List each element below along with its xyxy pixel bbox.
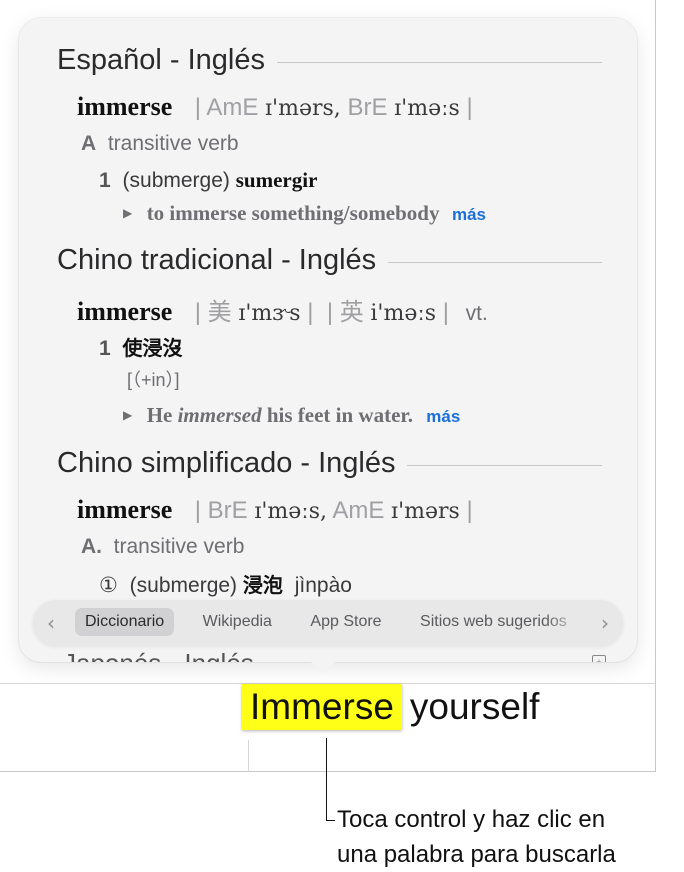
disclosure-triangle-icon[interactable]: ▶ <box>123 408 132 422</box>
callout-line-1: Toca control y haz clic en <box>337 806 606 833</box>
section-header-zh-cn-en: Chino simplificado - Inglés <box>57 447 602 480</box>
document-word[interactable]: yourself <box>410 686 540 728</box>
section-header-es-en: Español - Inglés <box>57 44 602 77</box>
sense-line: 1 (submerge) sumergir <box>99 168 318 192</box>
source-tabs: Diccionario Wikipedia App Store Sitios w… <box>75 608 585 638</box>
more-link[interactable]: más <box>426 407 460 426</box>
entry-headline: immerse | 美 ɪ'mɝs | | 英 i'məːs | vt. <box>77 292 488 327</box>
tab-wikipedia[interactable]: Wikipedia <box>193 608 282 636</box>
lookup-popover: Español - Inglés immerse | AmE ɪ'mərs, B… <box>19 18 637 662</box>
callout-tick <box>326 820 335 821</box>
sense-line: 1 使浸沒 <box>99 336 183 360</box>
section-divider <box>388 262 602 263</box>
tab-diccionario[interactable]: Diccionario <box>75 608 175 636</box>
part-of-speech: vt. <box>465 302 488 325</box>
pronunciation: | 美 ɪ'mɝs | | 英 i'məːs | <box>194 299 449 326</box>
example-line: ▶ He immersed his feet in water. más <box>123 403 461 427</box>
section-title: Chino tradicional - Inglés <box>57 244 377 276</box>
callout-line-2: una palabra para buscarla <box>337 841 616 868</box>
chevron-left-icon[interactable]: ‹ <box>47 611 55 635</box>
section-title: Chino simplificado - Inglés <box>57 447 396 479</box>
callout-text: Toca control y haz clic en una palabra p… <box>337 802 616 872</box>
disclosure-triangle-icon[interactable]: ▶ <box>123 206 132 220</box>
callout-line <box>326 738 327 820</box>
pronunciation: | AmE ɪ'mərs, BrE ɪ'məːs | <box>194 94 473 121</box>
section-divider <box>276 62 602 63</box>
tabs-fade <box>545 608 585 638</box>
grammar-note: [（+in）] <box>127 370 180 390</box>
highlighted-word[interactable]: Immerse <box>242 684 402 730</box>
headword: immerse <box>77 495 173 524</box>
headword: immerse <box>77 92 173 121</box>
headword: immerse <box>77 297 173 326</box>
section-header-zh-tw-en: Chino tradicional - Inglés <box>57 244 602 277</box>
section-title: Español - Inglés <box>57 44 265 76</box>
lookup-source-tabbar: ‹ Diccionario Wikipedia App Store Sitios… <box>33 600 623 646</box>
more-link[interactable]: más <box>452 205 486 224</box>
entry-headline: immerse | BrE ɪ'məːs, AmE ɪ'mərs | <box>77 495 473 525</box>
section-expand-icon: + <box>592 655 606 662</box>
document-text: Immerse yourself <box>242 684 539 730</box>
part-of-speech: A. transitive verb <box>81 535 245 558</box>
tab-app-store[interactable]: App Store <box>300 608 391 636</box>
pronunciation: | BrE ɪ'məːs, AmE ɪ'mərs | <box>194 497 473 524</box>
text-cursor-line <box>248 740 249 772</box>
section-divider <box>407 465 602 466</box>
popover-pointer <box>309 660 337 674</box>
part-of-speech: A transitive verb <box>81 132 239 155</box>
entry-headline: immerse | AmE ɪ'mərs, BrE ɪ'məːs | <box>77 92 473 122</box>
chevron-right-icon[interactable]: › <box>601 611 609 635</box>
next-section-title: Japonés - Inglés <box>63 648 254 662</box>
example-line: ▶ to immerse something/somebody más <box>123 201 486 225</box>
sense-line: ① (submerge) 浸泡 jìnpào <box>99 573 352 597</box>
